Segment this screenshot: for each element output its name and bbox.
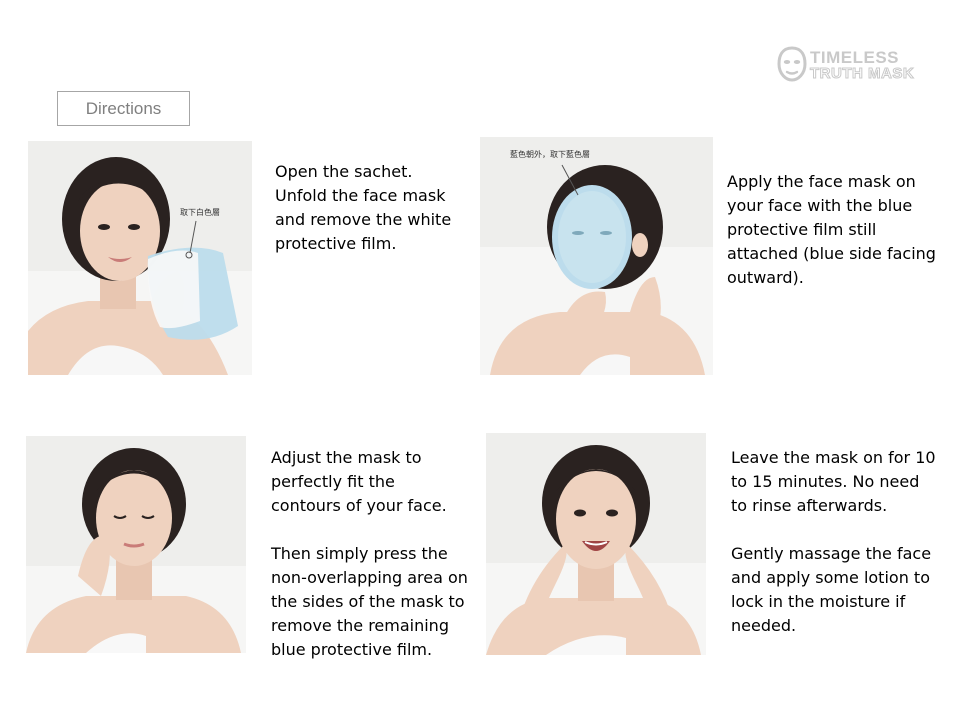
step-4-photo [486, 433, 706, 655]
step-3-text: Adjust the mask to perfectly fit the con… [271, 446, 486, 662]
step-3-photo [26, 436, 246, 653]
step-4-paragraph-1: Leave the mask on for 10 to 15 minutes. … [731, 448, 936, 515]
step-3-paragraph-1: Adjust the mask to perfectly fit the con… [271, 448, 447, 515]
step-1-text: Open the sachet. Unfold the face mask an… [275, 160, 465, 256]
brand-logo: TIMELESS TRUTH MASK [776, 46, 926, 83]
step-2-paragraph-1: Apply the face mask on your face with th… [727, 172, 936, 287]
step-2-text: Apply the face mask on your face with th… [727, 170, 952, 290]
logo-line-2: TRUTH MASK [809, 65, 915, 83]
step-3-paragraph-2: Then simply press the non-overlapping ar… [271, 544, 468, 659]
step-4-text: Leave the mask on for 10 to 15 minutes. … [731, 446, 951, 638]
step-2-photo: 藍色朝外，取下藍色層 [480, 137, 713, 375]
step-1-photo: 取下白色層 [28, 141, 252, 375]
directions-label: Directions [57, 91, 190, 126]
step-1-paragraph-1: Open the sachet. Unfold the face mask an… [275, 162, 452, 253]
face-mask-icon [777, 46, 807, 82]
step-4-paragraph-2: Gently massage the face and apply some l… [731, 544, 932, 635]
step-1-caption: 取下白色層 [180, 207, 220, 217]
step-2-caption: 藍色朝外，取下藍色層 [510, 149, 590, 159]
